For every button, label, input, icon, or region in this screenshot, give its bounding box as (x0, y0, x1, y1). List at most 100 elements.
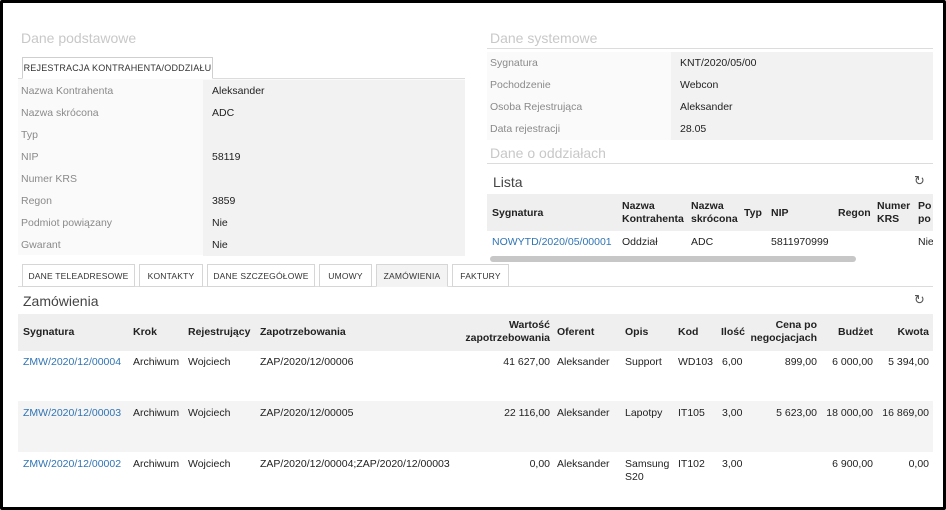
field-nazwa-kontrahenta: Nazwa Kontrahenta Aleksander (18, 80, 465, 102)
field-value[interactable]: 58119 (203, 146, 465, 168)
order-krok: Archiwum (133, 407, 180, 419)
field-sygnatura-system: Sygnatura KNT/2020/05/00 (487, 52, 933, 74)
field-value[interactable] (203, 168, 465, 190)
field-value[interactable]: ADC (203, 102, 465, 124)
section-title-system: Dane systemowe (490, 30, 598, 46)
order-kwota: 16 869,00 (882, 407, 929, 419)
col-budzet[interactable]: Budżet (825, 326, 873, 339)
refresh-icon[interactable]: ↻ (914, 174, 925, 187)
field-value[interactable]: Nie (203, 212, 465, 234)
field-label: Osoba Rejestrująca (490, 101, 583, 113)
order-rejestrujacy: Wojciech (188, 458, 231, 470)
col-numer-krs[interactable]: Numer KRS (877, 200, 910, 226)
branch-skrocona: ADC (691, 236, 714, 248)
order-ilosc: 3,00 (722, 458, 743, 470)
field-label: Pochodzenie (490, 79, 551, 91)
order-opis: Lapotpy (625, 407, 663, 419)
field-osoba-rejestrujaca: Osoba Rejestrująca Aleksander (487, 96, 933, 118)
tab-dane-teleadresowe[interactable]: DANE TELEADRESOWE (22, 264, 135, 287)
col-podmiot-truncated[interactable]: Po po (918, 200, 932, 226)
order-kwota: 5 394,00 (888, 356, 929, 368)
col-ilosc[interactable]: Ilość (721, 326, 745, 339)
col-oferent[interactable]: Oferent (557, 326, 594, 339)
order-kod: WD103 (678, 356, 714, 368)
order-oferent: Aleksander (557, 407, 610, 419)
field-value: KNT/2020/05/00 (671, 52, 933, 74)
order-ilosc: 3,00 (722, 407, 743, 419)
order-zapotrzebowania: ZAP/2020/12/00004;ZAP/2020/12/00003 (260, 458, 450, 470)
order-zapotrzebowania: ZAP/2020/12/00005 (260, 407, 354, 419)
order-budzet: 18 000,00 (826, 407, 873, 419)
order-wartosc: 22 116,00 (504, 407, 550, 419)
col-kwota[interactable]: Kwota (879, 326, 930, 339)
order-cena: 899,00 (784, 356, 817, 368)
col-sygnatura[interactable]: Sygnatura (23, 326, 74, 339)
horizontal-scrollbar[interactable] (490, 256, 856, 262)
tab-kontakty[interactable]: KONTAKTY (139, 264, 203, 287)
order-sygnatura-link[interactable]: ZMW/2020/12/00004 (23, 356, 121, 369)
col-zapotrzebowania[interactable]: Zapotrzebowania (260, 326, 346, 339)
system-divider (487, 48, 933, 49)
tab-zamowienia[interactable]: ZAMÓWIENIA (376, 264, 448, 287)
branches-list-title: Lista (493, 174, 523, 190)
order-cena: 5 623,00 (776, 407, 817, 419)
order-zapotrzebowania: ZAP/2020/12/00006 (260, 356, 354, 368)
order-kod: IT102 (678, 458, 705, 470)
field-value[interactable]: 3859 (203, 190, 465, 212)
field-value[interactable] (203, 124, 465, 146)
field-label: Sygnatura (490, 57, 538, 69)
order-rejestrujacy: Wojciech (188, 407, 231, 419)
field-typ: Typ (18, 124, 465, 146)
col-kod[interactable]: Kod (678, 326, 698, 339)
field-pochodzenie: Pochodzenie Webcon (487, 74, 933, 96)
order-kod: IT105 (678, 407, 705, 419)
refresh-icon[interactable]: ↻ (914, 293, 925, 306)
col-regon[interactable]: Regon (838, 207, 871, 220)
order-krok: Archiwum (133, 356, 180, 368)
branch-po: Nie (918, 236, 933, 248)
col-typ[interactable]: Typ (744, 207, 762, 220)
field-label: Data rejestracji (490, 123, 561, 135)
field-value[interactable]: Aleksander (203, 80, 465, 102)
col-nazwa-skrocona[interactable]: Nazwa skrócona (691, 200, 743, 226)
field-label: Regon (21, 195, 52, 207)
order-wartosc: 0,00 (529, 458, 550, 470)
col-nip[interactable]: NIP (771, 207, 789, 220)
order-opis: Samsung (625, 458, 670, 470)
field-value[interactable]: Nie (203, 234, 465, 256)
order-opis-line2: S20 (625, 471, 644, 483)
order-opis: Support (625, 356, 662, 368)
order-kwota: 0,00 (908, 458, 929, 470)
order-wartosc: 41 627,00 (503, 356, 550, 368)
field-label: NIP (21, 151, 39, 163)
col-sygnatura[interactable]: Sygnatura (492, 207, 543, 220)
section-title-branches: Dane o oddziałach (490, 145, 606, 161)
tab-umowy[interactable]: UMOWY (319, 264, 372, 287)
field-nazwa-skrocona: Nazwa skrócona ADC (18, 102, 465, 124)
col-rejestrujacy[interactable]: Rejestrujący (188, 326, 250, 339)
order-oferent: Aleksander (557, 458, 610, 470)
field-value: 28.05 (671, 118, 933, 140)
order-sygnatura-link[interactable]: ZMW/2020/12/00002 (23, 458, 121, 471)
col-wartosc-zapotrzebowania[interactable]: Wartość zapotrzebowania (458, 319, 550, 345)
order-budzet: 6 900,00 (832, 458, 873, 470)
branch-sygnatura-link[interactable]: NOWYTD/2020/05/00001 (492, 236, 612, 249)
field-value: Aleksander (671, 96, 933, 118)
col-opis[interactable]: Opis (625, 326, 648, 339)
order-ilosc: 6,00 (722, 356, 743, 368)
order-rejestrujacy: Wojciech (188, 356, 231, 368)
col-cena-po-negocjacjach[interactable]: Cena po negocjacjach (747, 319, 817, 345)
field-label: Nazwa skrócona (21, 107, 99, 119)
tab-dane-szczegolowe[interactable]: DANE SZCZEGÓŁOWE (207, 264, 315, 287)
tab-rejestracja[interactable]: REJESTRACJA KONTRAHENTA/ODDZIAŁU (22, 57, 213, 79)
order-sygnatura-link[interactable]: ZMW/2020/12/00003 (23, 407, 121, 420)
field-podmiot-powiazany: Podmiot powiązany Nie (18, 212, 465, 234)
field-regon: Regon 3859 (18, 190, 465, 212)
col-krok[interactable]: Krok (133, 326, 157, 339)
field-label: Podmiot powiązany (21, 217, 113, 229)
field-label: Typ (21, 129, 38, 141)
orders-title: Zamówienia (23, 293, 99, 309)
col-nazwa-kontrahenta[interactable]: Nazwa Kontrahenta (622, 200, 686, 226)
branch-nip: 5811970999 (771, 236, 829, 248)
tab-faktury[interactable]: FAKTURY (452, 264, 509, 287)
